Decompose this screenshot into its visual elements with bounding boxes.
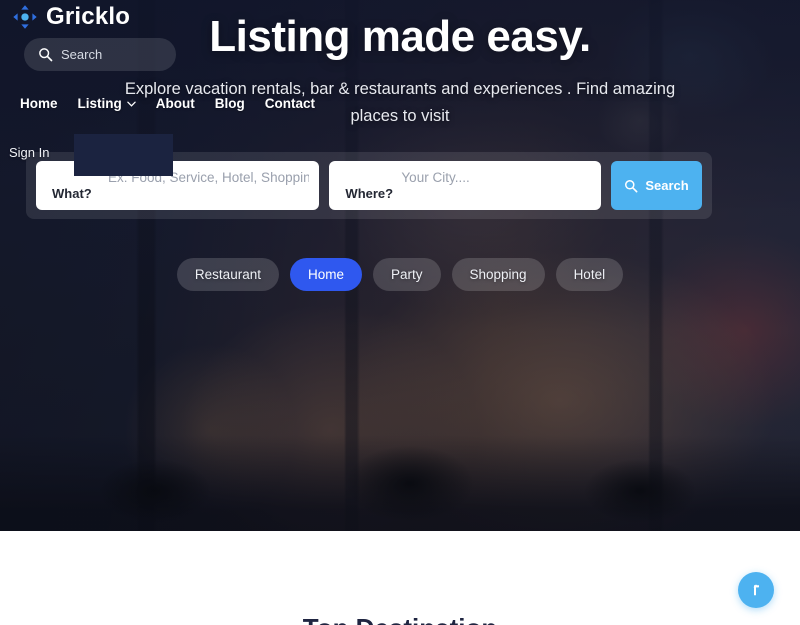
logo[interactable]: Gricklo (12, 4, 130, 30)
logo-text: Gricklo (46, 3, 131, 30)
nav-label: Listing (77, 96, 122, 111)
nav-item-about[interactable]: About (156, 96, 195, 111)
nav-label: Contact (264, 96, 315, 111)
page-root: Listing made easy. Explore vacation rent… (0, 0, 800, 625)
category-pill-shopping[interactable]: Shopping (451, 258, 545, 291)
where-search-input[interactable] (401, 170, 592, 185)
nav-item-listing[interactable]: Listing (78, 96, 136, 111)
chair-silhouette (330, 436, 490, 531)
chevron-down-icon (127, 101, 136, 107)
chair-silhouette (85, 451, 225, 531)
search-button[interactable]: Search (611, 161, 702, 210)
nav-label: Blog (214, 96, 245, 111)
main-nav: Home Listing About Blog Contact (20, 96, 315, 111)
section-title: Top Destination (0, 613, 800, 625)
where-field-label: Where? (345, 186, 394, 201)
pill-label: Hotel (573, 267, 606, 282)
category-pill-home[interactable]: Home (289, 258, 362, 291)
top-destination-section: Top Destination (0, 531, 800, 625)
pill-label: Shopping (469, 267, 527, 282)
navy-panel-block (74, 134, 173, 176)
nav-item-contact[interactable]: Contact (265, 96, 315, 111)
where-field-wrapper[interactable]: Where? (329, 161, 602, 210)
category-pill-hotel[interactable]: Hotel (555, 258, 624, 291)
hero-title: Listing made easy. (209, 12, 591, 61)
scroll-to-top-button[interactable] (738, 572, 774, 608)
search-button-label: Search (645, 178, 689, 193)
pill-label: Home (307, 267, 344, 282)
hero-heading-block: Listing made easy. Explore vacation rent… (120, 12, 680, 131)
arrow-up-icon (753, 584, 759, 596)
four-way-arrow-diamond-icon (13, 5, 37, 29)
top-search-box[interactable]: Search (24, 38, 176, 71)
what-field-label: What? (52, 186, 92, 201)
search-icon (625, 179, 638, 192)
top-search-placeholder: Search (61, 47, 103, 62)
pill-label: Restaurant (194, 267, 261, 282)
category-pill-restaurant[interactable]: Restaurant (176, 258, 279, 291)
search-icon (39, 48, 53, 62)
chair-silhouette (570, 451, 710, 531)
category-pill-group: Restaurant Home Party Shopping Hotel (0, 258, 800, 291)
sign-in-link[interactable]: Sign In (9, 145, 49, 160)
nav-item-blog[interactable]: Blog (215, 96, 245, 111)
pill-label: Party (390, 267, 423, 282)
nav-label: Home (20, 96, 58, 111)
category-pill-party[interactable]: Party (372, 258, 441, 291)
nav-label: About (155, 96, 195, 111)
nav-item-home[interactable]: Home (20, 96, 58, 111)
